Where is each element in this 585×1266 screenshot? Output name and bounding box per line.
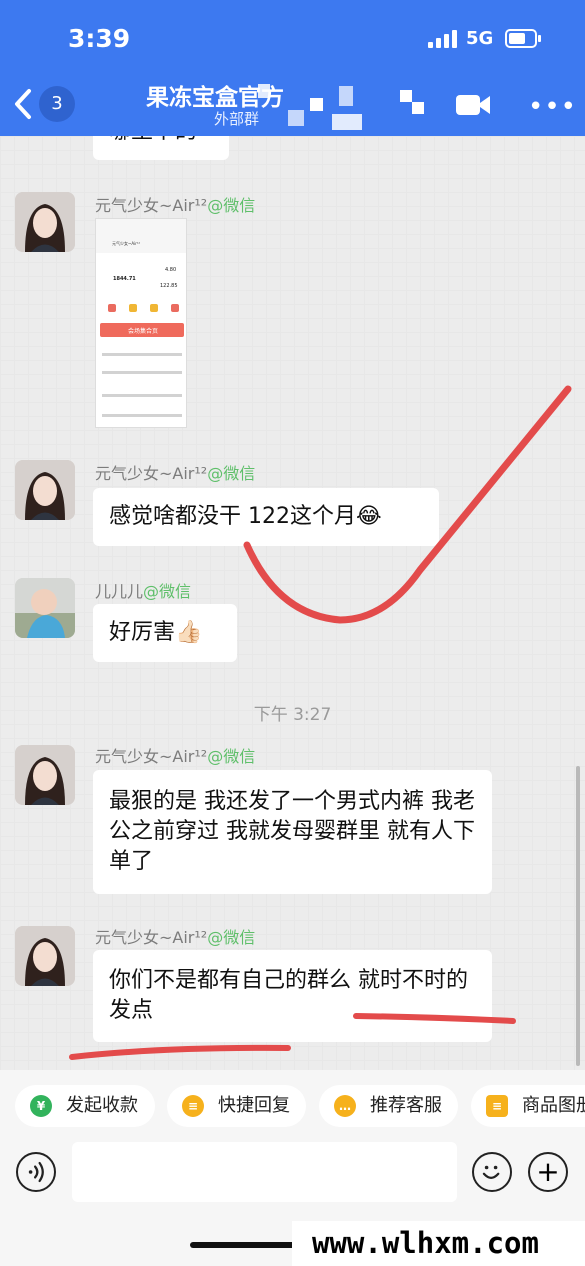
video-call-icon[interactable] bbox=[455, 93, 491, 117]
avatar[interactable] bbox=[15, 460, 75, 520]
message-bubble[interactable]: 最狠的是 我还发了一个男式内裤 我老公之前穿过 我就发母婴群里 就有人下单了 bbox=[93, 770, 492, 894]
message-bubble[interactable]: 感觉啥都没干 122这个月😂 bbox=[93, 488, 439, 546]
message-input[interactable] bbox=[72, 1142, 457, 1202]
chat-scrollbar[interactable] bbox=[576, 766, 580, 1066]
website-watermark: www.wlhxm.com bbox=[292, 1221, 585, 1266]
emoji-icon[interactable] bbox=[472, 1152, 512, 1192]
chat-messages[interactable]: 哪里下的 元气少女~Air¹²@微信 元气少女~Air¹² 1844.71 4.… bbox=[0, 136, 585, 1070]
sender-name: 儿儿儿 bbox=[95, 582, 144, 601]
message-icon: ≡ bbox=[182, 1095, 204, 1117]
status-time: 3:39 bbox=[68, 24, 131, 53]
network-label: 5G bbox=[466, 28, 494, 49]
sender-name: 元气少女~Air¹² bbox=[95, 928, 208, 947]
avatar[interactable] bbox=[15, 192, 75, 252]
quick-reply-label: 快捷回复 bbox=[218, 1095, 290, 1116]
sender-name: 元气少女~Air¹² bbox=[95, 196, 208, 215]
image-user-label: 元气少女~Air¹² bbox=[112, 241, 141, 246]
image-balance: 1844.71 bbox=[113, 276, 136, 282]
sender-name: 元气少女~Air¹² bbox=[95, 464, 208, 483]
shared-screenshot-image[interactable]: 元气少女~Air¹² 1844.71 4.80 122.85 会场集合页 bbox=[95, 218, 187, 428]
quick-reply-bar[interactable]: ¥ 发起收款 ≡ 快捷回复 … 推荐客服 ≡ 商品图册 bbox=[0, 1070, 585, 1142]
quick-reply-chip-catalog[interactable]: ≡ 商品图册 bbox=[471, 1085, 585, 1127]
sender-channel: @微信 bbox=[207, 464, 256, 483]
quick-reply-chip-service[interactable]: … 推荐客服 bbox=[319, 1085, 458, 1127]
chat-subtitle: 外部群 bbox=[214, 110, 260, 128]
previous-message-text: 哪里下的 bbox=[109, 136, 197, 144]
quick-reply-label: 发起收款 bbox=[66, 1095, 138, 1116]
image-banner-text: 会场集合页 bbox=[128, 328, 159, 335]
sender-name: 元气少女~Air¹² bbox=[95, 747, 208, 766]
image-banner: 会场集合页 bbox=[100, 323, 184, 337]
chat-bubble-icon: … bbox=[334, 1095, 356, 1117]
signal-icon bbox=[428, 30, 458, 48]
chat-header: 3:39 5G 3 果冻宝盒官方 外部群 ••• bbox=[0, 0, 585, 136]
sender-channel: @微信 bbox=[143, 582, 192, 601]
battery-icon bbox=[505, 29, 541, 48]
catalog-icon: ≡ bbox=[486, 1095, 508, 1117]
image-amount: 122.85 bbox=[160, 283, 178, 289]
unread-count-badge[interactable]: 3 bbox=[39, 86, 75, 122]
sender-channel: @微信 bbox=[207, 747, 256, 766]
message-bubble[interactable]: 你们不是都有自己的群么 就时不时的发点 bbox=[93, 950, 492, 1042]
avatar[interactable] bbox=[15, 578, 75, 638]
quick-reply-chip-payment[interactable]: ¥ 发起收款 bbox=[15, 1085, 155, 1127]
previous-message-bubble: 哪里下的 bbox=[93, 136, 229, 160]
voice-input-icon[interactable] bbox=[16, 1152, 56, 1192]
avatar[interactable] bbox=[15, 926, 75, 986]
yen-icon: ¥ bbox=[30, 1095, 52, 1117]
quick-reply-label: 推荐客服 bbox=[370, 1095, 442, 1116]
avatar[interactable] bbox=[15, 745, 75, 805]
add-attachment-icon[interactable]: + bbox=[528, 1152, 568, 1192]
time-divider: 下午 3:27 bbox=[253, 705, 332, 725]
image-stat: 4.80 bbox=[165, 267, 177, 273]
message-bubble[interactable]: 好厉害👍🏻 bbox=[93, 604, 237, 662]
sender-channel: @微信 bbox=[207, 928, 256, 947]
more-options-icon[interactable]: ••• bbox=[528, 94, 577, 120]
quick-reply-chip-shortcut[interactable]: ≡ 快捷回复 bbox=[167, 1085, 306, 1127]
quick-reply-label: 商品图册 bbox=[522, 1095, 585, 1116]
back-icon[interactable] bbox=[12, 88, 34, 120]
sender-channel: @微信 bbox=[207, 196, 256, 215]
